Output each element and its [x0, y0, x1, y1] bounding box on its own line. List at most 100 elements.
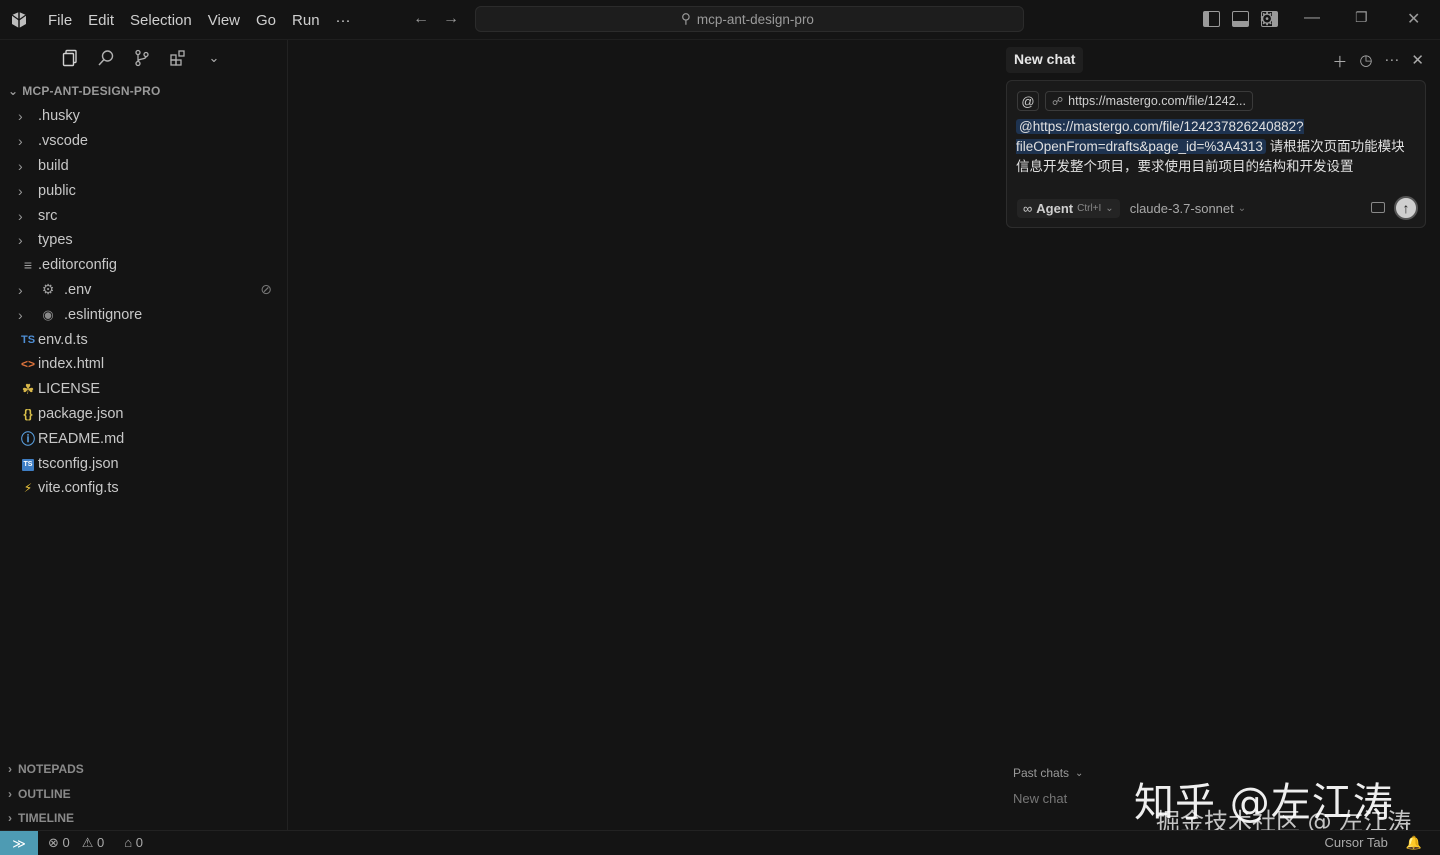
send-button[interactable]: ↑	[1394, 196, 1418, 220]
tree-item[interactable]: › .husky	[0, 104, 288, 129]
tree-item-label: tsconfig.json	[38, 455, 119, 472]
toggle-panel-icon[interactable]	[1232, 11, 1249, 27]
tree-item[interactable]: › .vscode	[0, 129, 288, 154]
menu-selection[interactable]: Selection	[122, 10, 200, 31]
chevron-right-icon: ›	[18, 133, 23, 150]
gear-icon: ⚙	[41, 281, 55, 298]
menu-view[interactable]: View	[200, 10, 248, 31]
explorer-root-header[interactable]: ⌄ MCP-ANT-DESIGN-PRO	[8, 84, 161, 98]
menu-go[interactable]: Go	[248, 10, 284, 31]
context-chip[interactable]: ☍ https://mastergo.com/file/1242...	[1045, 91, 1254, 111]
tsconfig-icon: TS	[18, 457, 38, 471]
menu-run[interactable]: Run	[284, 10, 328, 31]
forward-arrow-icon[interactable]: →	[443, 10, 459, 28]
add-chat-icon[interactable]: ＋	[1332, 51, 1347, 72]
chevron-down-icon: ⌄	[8, 84, 19, 98]
chevron-right-icon: ›	[18, 232, 23, 249]
history-icon[interactable]: ◷	[1359, 51, 1372, 72]
tree-item[interactable]: › ⚙ .env ⊘	[0, 278, 288, 303]
settings-gear-icon[interactable]: ⚙	[1259, 9, 1275, 30]
warning-icon: ⚠	[81, 835, 94, 850]
chevron-right-icon: ›	[18, 281, 23, 298]
outline-section[interactable]: › OUTLINE	[8, 787, 71, 801]
problems-status[interactable]: ⊗ 0 ⚠ 0 ⌂ 0	[48, 835, 143, 851]
chevron-right-icon: ›	[8, 787, 12, 801]
vite-bolt-icon: ⚡	[23, 481, 33, 496]
past-chats-header[interactable]: Past chats ⌄	[1013, 766, 1083, 780]
status-right: Cursor Tab 🔔	[1324, 835, 1422, 851]
chat-message-input[interactable]: @https://mastergo.com/file/1242378262408…	[1016, 117, 1418, 177]
context-row: @ ☍ https://mastergo.com/file/1242...	[1017, 91, 1254, 111]
source-control-icon[interactable]	[132, 48, 152, 68]
tree-item-label: .env	[64, 281, 92, 298]
timeline-section[interactable]: › TIMELINE	[8, 811, 74, 825]
close-icon[interactable]: ✕	[1411, 51, 1424, 72]
tree-item-label: index.html	[38, 356, 105, 373]
toggle-primary-sidebar-icon[interactable]	[1203, 11, 1220, 27]
remote-indicator-icon[interactable]: ≫	[0, 831, 38, 855]
tree-item[interactable]: › src	[0, 203, 288, 228]
image-attach-icon[interactable]	[1371, 202, 1385, 213]
bell-icon[interactable]: 🔔	[1406, 835, 1422, 851]
tree-item[interactable]: ⚡ vite.config.ts	[0, 476, 288, 501]
tree-item-label: .eslintignore	[64, 306, 143, 323]
agent-shortcut: Ctrl+I	[1077, 203, 1102, 214]
explorer-files-icon[interactable]	[60, 48, 80, 68]
error-icon: ⊗	[48, 835, 59, 850]
chevron-down-icon: ⌄	[1075, 767, 1084, 779]
tree-item-label: LICENSE	[38, 381, 101, 398]
tree-item[interactable]: TS env.d.ts	[0, 327, 288, 352]
notepads-section[interactable]: › NOTEPADS	[8, 762, 84, 776]
chat-tab[interactable]: New chat	[1006, 47, 1084, 73]
tree-item[interactable]: ≡ .editorconfig	[0, 253, 288, 278]
tree-item-label: build	[38, 157, 69, 174]
license-ribbon-icon: ☘	[21, 380, 35, 397]
tree-item-label: .editorconfig	[38, 257, 117, 274]
tree-item[interactable]: ☘ LICENSE	[0, 377, 288, 402]
menu-bar: File Edit Selection View Go Run ···	[40, 10, 359, 31]
model-label: claude-3.7-sonnet	[1129, 201, 1234, 216]
chevron-down-icon: ⌄	[1105, 203, 1114, 214]
chevron-right-icon: ›	[18, 157, 23, 174]
tree-item[interactable]: TS tsconfig.json	[0, 451, 288, 476]
tree-item-label: env.d.ts	[38, 331, 88, 348]
command-center-search[interactable]: ⚲ mcp-ant-design-pro	[475, 6, 1024, 32]
model-selector[interactable]: claude-3.7-sonnet ⌄	[1130, 201, 1246, 216]
activity-toolbar: ⌄	[60, 48, 224, 68]
restore-icon[interactable]: ❐	[1355, 9, 1368, 26]
info-icon: ⓘ	[21, 430, 35, 447]
add-context-button[interactable]: @	[1017, 91, 1039, 111]
cursor-tab-status[interactable]: Cursor Tab	[1324, 835, 1387, 851]
menu-edit[interactable]: Edit	[80, 10, 122, 31]
tree-item-label: types	[38, 232, 73, 249]
tree-item[interactable]: › ◉ .eslintignore	[0, 302, 288, 327]
settings-lines-icon: ≡	[23, 257, 33, 274]
chevron-down-icon[interactable]: ⌄	[204, 48, 224, 68]
menu-file[interactable]: File	[40, 10, 80, 31]
link-icon: ☍	[1052, 95, 1064, 108]
tree-item[interactable]: › build	[0, 154, 288, 179]
minimize-icon[interactable]: —	[1304, 9, 1320, 27]
agent-mode-dropdown[interactable]: ∞ Agent Ctrl+I ⌄	[1017, 199, 1120, 218]
warning-count: 0	[97, 835, 105, 850]
extensions-icon[interactable]	[168, 48, 188, 68]
tree-item[interactable]: <> index.html	[0, 352, 288, 377]
past-chat-item[interactable]: New chat	[1013, 791, 1067, 806]
chevron-right-icon: ›	[8, 811, 12, 825]
ignored-icon: ⊘	[260, 281, 272, 298]
tree-item-label: src	[38, 207, 58, 224]
tree-item[interactable]: {} package.json	[0, 402, 288, 427]
more-icon[interactable]: ···	[1384, 51, 1399, 72]
tree-item[interactable]: ⓘ README.md	[0, 426, 288, 451]
back-arrow-icon[interactable]: ←	[413, 10, 429, 28]
search-icon[interactable]	[96, 48, 116, 68]
arrow-up-icon: ↑	[1402, 200, 1410, 216]
agent-label: Agent	[1036, 201, 1074, 216]
tree-item[interactable]: › public	[0, 178, 288, 203]
tree-item-label: .vscode	[38, 133, 88, 150]
close-window-icon[interactable]: ✕	[1407, 9, 1420, 29]
tree-item[interactable]: › types	[0, 228, 288, 253]
tree-item-label: .husky	[38, 108, 80, 125]
chat-input-box[interactable]: @ ☍ https://mastergo.com/file/1242... @h…	[1006, 80, 1426, 228]
menu-more[interactable]: ···	[328, 10, 359, 31]
